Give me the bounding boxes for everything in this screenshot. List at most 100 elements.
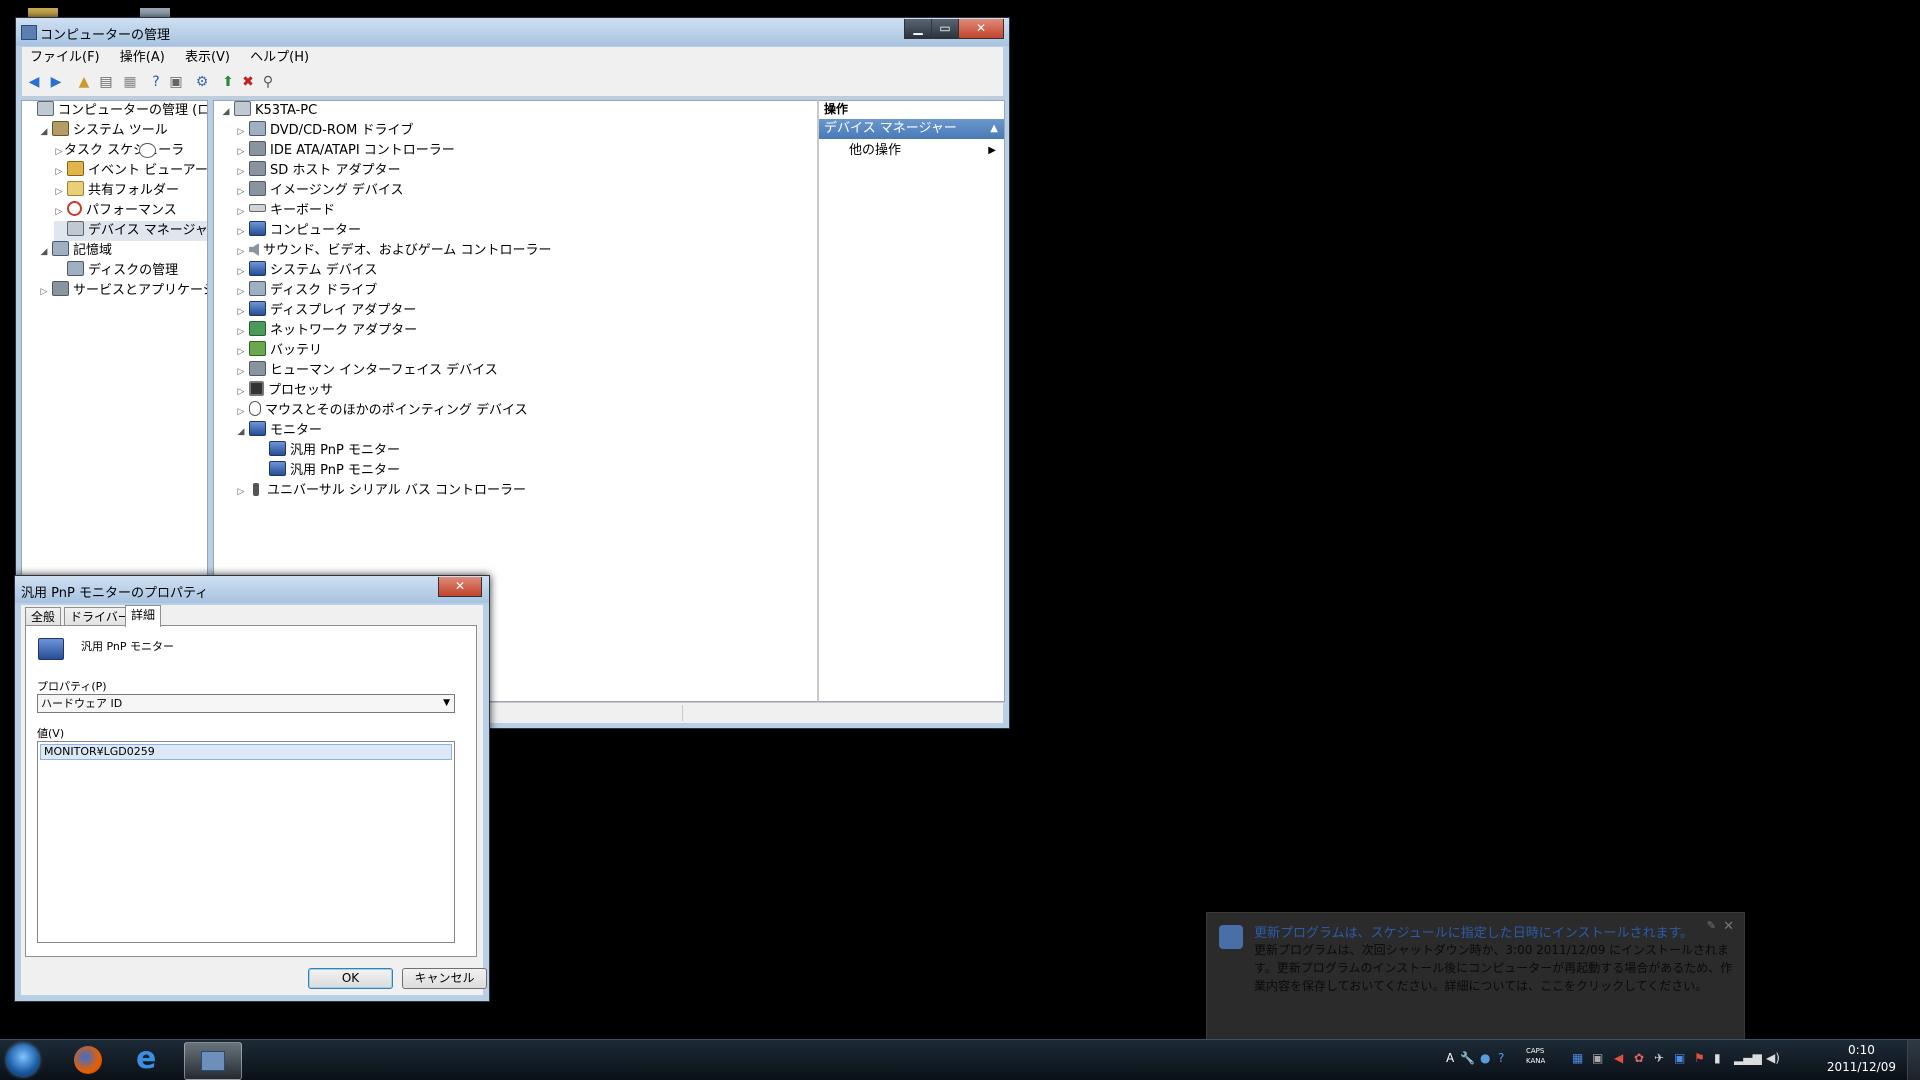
device-category[interactable]: ▷ イメージング デバイス (236, 181, 403, 201)
notification-close-icon[interactable]: ✕ (1723, 919, 1734, 934)
tab-general[interactable]: 全般 (25, 607, 62, 626)
collapse-up-icon[interactable]: ▲ (990, 119, 998, 139)
device-category[interactable]: ▷ ディスク ドライブ (236, 281, 377, 301)
device-category[interactable]: ▷ サウンド、ビデオ、およびゲーム コントローラー (236, 241, 551, 261)
back-icon[interactable]: ◀ (26, 74, 42, 90)
expander-icon[interactable]: ▷ (236, 322, 246, 342)
network-icon[interactable]: ▂▄▆ (1734, 1051, 1762, 1065)
expander-icon[interactable]: ▷ (236, 142, 246, 162)
notification-body[interactable]: 更新プログラムは、次回シャットダウン時か、3:00 2011/12/09 にイン… (1254, 941, 1734, 995)
device-category[interactable]: ▷ マウスとそのほかのポインティング デバイス (236, 401, 528, 421)
safely-remove-icon[interactable]: ▮ (1714, 1051, 1721, 1065)
device-category[interactable]: ▷ ディスプレイ アダプター (236, 301, 416, 321)
device-category[interactable]: ▷ ユニバーサル シリアル バス コントローラー (236, 481, 526, 501)
volume-icon[interactable]: ◀) (1766, 1051, 1780, 1065)
maximize-button[interactable]: ▭ (931, 19, 959, 39)
taskbar-internet-explorer[interactable]: e (122, 1042, 178, 1078)
tree-item[interactable]: ◢ 記憶域 (39, 241, 112, 261)
property-dropdown[interactable]: ハードウェア ID ▼ (37, 694, 455, 713)
actions-section-device-manager[interactable]: デバイス マネージャー ▲ (819, 119, 1004, 139)
plane-tray-icon[interactable]: ✈ (1654, 1051, 1664, 1065)
expander-icon[interactable]: ▷ (54, 162, 64, 182)
export-list-icon[interactable]: ▦ (122, 74, 138, 90)
action-pane-icon[interactable]: ▣ (168, 74, 184, 90)
device-category[interactable]: ▷ ネットワーク アダプター (236, 321, 417, 341)
device-root[interactable]: ◢ K53TA-PC (221, 101, 317, 121)
expander-icon[interactable]: ▷ (236, 262, 246, 282)
ime-grid-icon[interactable]: ▦ (1572, 1051, 1583, 1065)
expander-icon[interactable]: ▷ (236, 282, 246, 302)
ime-tools-icon[interactable]: 🔧 (1460, 1051, 1475, 1065)
device-category[interactable]: ▷ DVD/CD-ROM ドライブ (236, 121, 413, 141)
device-category[interactable]: ▷ コンピューター (236, 221, 361, 241)
notification-title[interactable]: 更新プログラムは、スケジュールに指定した日時にインストールされます。 (1254, 922, 1693, 941)
forward-icon[interactable]: ▶ (48, 74, 64, 90)
expander-icon[interactable]: ▷ (236, 362, 246, 382)
expander-icon[interactable]: ▷ (236, 182, 246, 202)
tree-item[interactable]: ▷ サービスとアプリケーショ (39, 281, 207, 302)
tree-item[interactable]: ▷ タスク スケジューラ (54, 141, 184, 161)
tree-item[interactable]: ▷ 共有フォルダー (54, 181, 179, 201)
dialog-close-button[interactable]: ✕ (438, 577, 482, 597)
expander-icon[interactable]: ▷ (236, 302, 246, 322)
expander-icon[interactable]: ◢ (39, 122, 49, 142)
bluetooth-icon[interactable]: ▣ (1674, 1051, 1685, 1065)
speaker-muted-icon[interactable]: ◀ (1614, 1051, 1623, 1065)
scan-hardware-icon[interactable]: ⚙ (194, 74, 210, 90)
windows-update-notification[interactable]: 更新プログラムは、スケジュールに指定した日時にインストールされます。 ✎ ✕ 更… (1206, 912, 1745, 1042)
tray-clock[interactable]: 0:10 2011/12/09 (1827, 1042, 1896, 1076)
device-item[interactable]: 汎用 PnP モニター (256, 441, 400, 461)
cancel-button[interactable]: キャンセル (402, 968, 487, 989)
menu-action[interactable]: 操作(A) (112, 47, 173, 69)
device-category[interactable]: ▷ キーボード (236, 201, 335, 221)
taskbar-firefox[interactable] (60, 1042, 116, 1078)
tree-item[interactable]: ▷ パフォーマンス (54, 201, 177, 221)
expander-icon[interactable]: ▷ (236, 382, 246, 402)
tree-item[interactable]: デバイス マネージャー (54, 221, 207, 241)
ime-pad-icon[interactable]: ▣ (1592, 1051, 1603, 1065)
expander-icon[interactable]: ▷ (236, 162, 246, 182)
minimize-button[interactable]: ▁ (904, 19, 932, 39)
show-tree-icon[interactable]: ▤ (98, 74, 114, 90)
device-category[interactable]: ▷ IDE ATA/ATAPI コントローラー (236, 141, 455, 161)
dialog-title-bar[interactable]: 汎用 PnP モニターのプロパティ ✕ (15, 576, 489, 603)
device-category[interactable]: ▷ プロセッサ (236, 381, 333, 401)
tree-item[interactable]: ▷ イベント ビューアー (54, 161, 207, 182)
device-category[interactable]: ▷ システム デバイス (236, 261, 377, 281)
tree-item[interactable]: コンピューターの管理 (ローカ (24, 101, 207, 121)
expander-icon[interactable]: ◢ (39, 242, 49, 262)
ime-mode[interactable]: A (1446, 1051, 1454, 1065)
expander-icon[interactable]: ▷ (236, 202, 246, 222)
expander-icon[interactable]: ▷ (54, 142, 64, 162)
action-center-icon[interactable]: ⚑ (1694, 1051, 1705, 1065)
help-icon[interactable]: ? (148, 74, 164, 90)
uninstall-icon[interactable]: ✖ (240, 74, 256, 90)
expander-icon[interactable]: ▷ (54, 182, 64, 202)
tab-details[interactable]: 詳細 (125, 605, 162, 627)
show-desktop-button[interactable] (1907, 1040, 1920, 1080)
collapse-icon[interactable]: ◢ (221, 102, 231, 122)
expander-icon[interactable]: ▷ (236, 122, 246, 142)
start-button[interactable] (7, 1044, 39, 1076)
expander-icon[interactable]: ▷ (236, 242, 246, 262)
properties-icon[interactable]: ⚲ (260, 74, 276, 90)
device-category[interactable]: ▷ バッテリ (236, 341, 322, 361)
value-listbox[interactable]: MONITOR¥LGD0259 (37, 741, 455, 943)
menu-help[interactable]: ヘルプ(H) (242, 47, 317, 69)
expander-icon[interactable]: ▷ (236, 402, 246, 422)
expander-icon[interactable]: ▷ (39, 282, 49, 302)
up-folder-icon[interactable]: ▲ (76, 74, 92, 90)
menu-file[interactable]: ファイル(F) (22, 47, 108, 69)
expander-icon[interactable]: ◢ (236, 422, 246, 442)
ime-dict-icon[interactable]: ● (1480, 1051, 1490, 1065)
update-driver-icon[interactable]: ⬆ (220, 74, 236, 90)
ok-button[interactable]: OK (308, 968, 393, 989)
pin-icon[interactable]: ✎ (1707, 919, 1716, 932)
value-item[interactable]: MONITOR¥LGD0259 (40, 744, 452, 760)
title-bar[interactable]: コンピューターの管理 ▁ ▭ ✕ (16, 18, 1009, 46)
device-item[interactable]: 汎用 PnP モニター (256, 461, 400, 481)
device-category[interactable]: ▷ ヒューマン インターフェイス デバイス (236, 361, 498, 381)
tree-item[interactable]: ディスクの管理 (54, 261, 178, 281)
menu-view[interactable]: 表示(V) (177, 47, 238, 69)
more-actions-item[interactable]: 他の操作 ▶ (819, 141, 1004, 161)
